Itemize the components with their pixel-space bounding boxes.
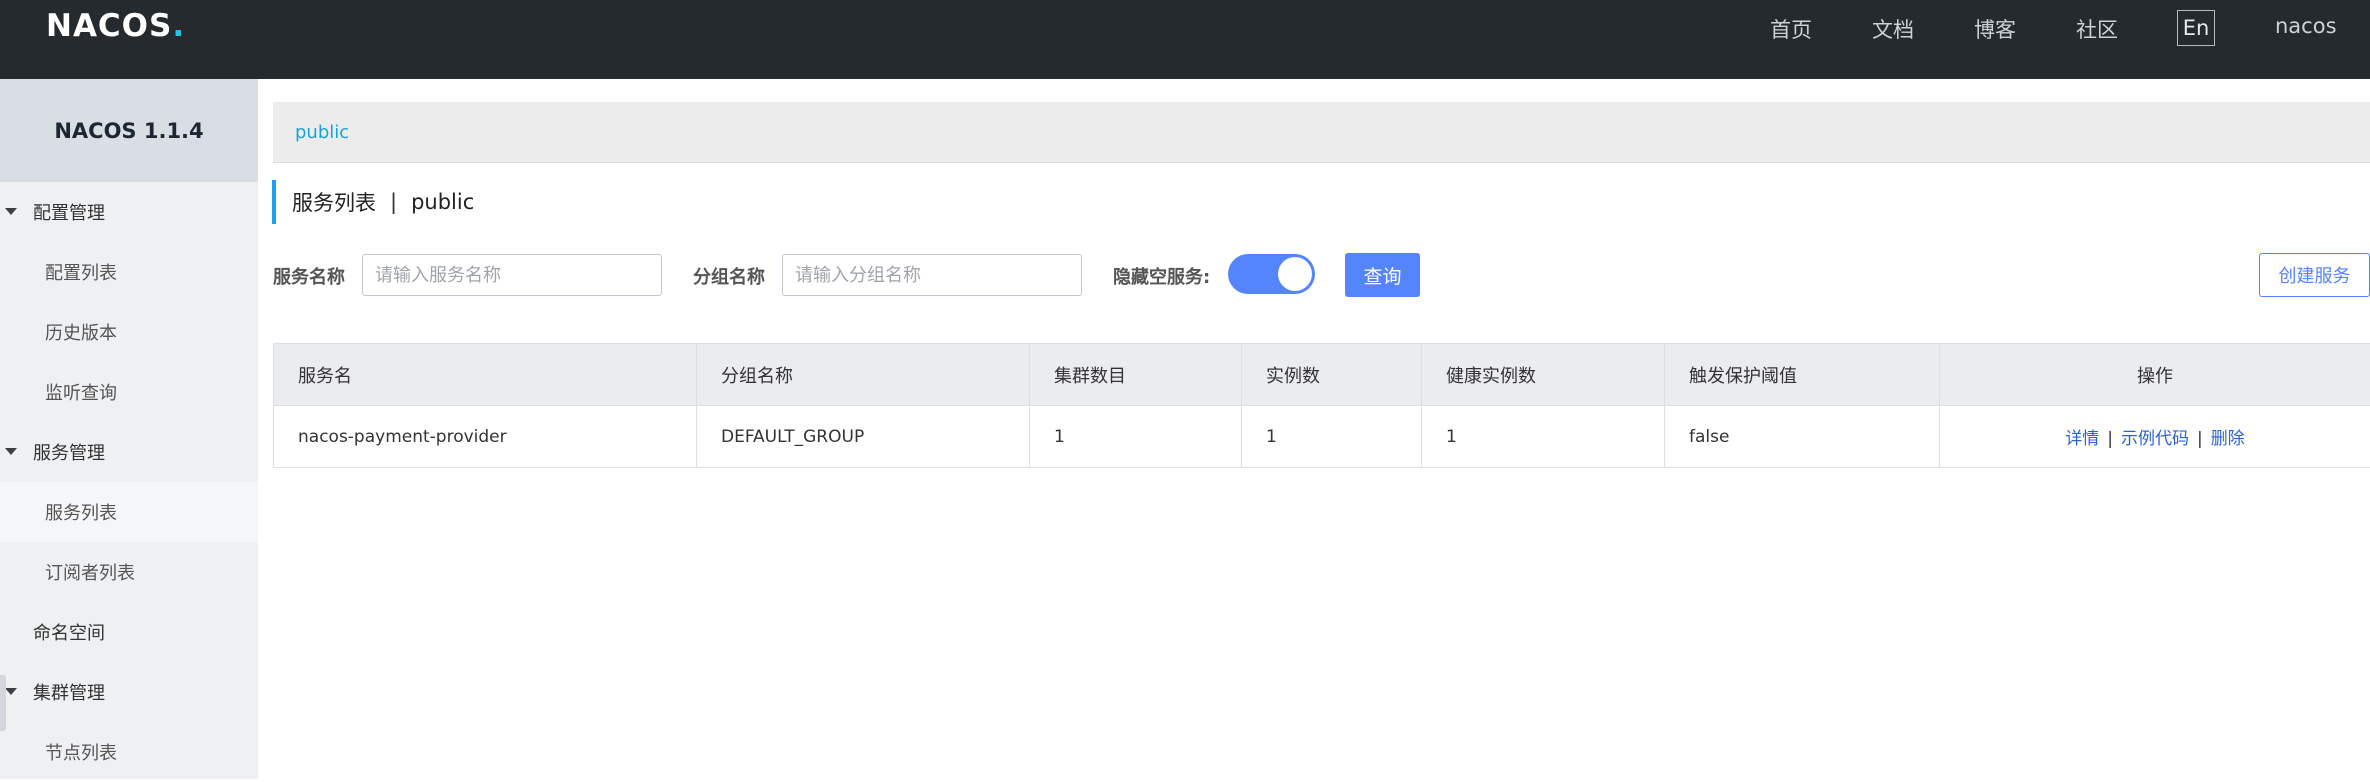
logo-text: NACOS [46, 8, 172, 44]
table-header-row: 服务名 分组名称 集群数目 实例数 健康实例数 触发保护阈值 操作 [274, 344, 2370, 406]
sidebar-item-label: 订阅者列表 [45, 559, 135, 585]
sidebar-item-label: 历史版本 [45, 319, 117, 345]
cell-service-name: nacos-payment-provider [274, 406, 697, 468]
sidebar: NACOS 1.1.4 配置管理 配置列表 历史版本 监听查询 服务管理 服务列… [0, 79, 258, 779]
create-service-button[interactable]: 创建服务 [2259, 253, 2370, 297]
page-title-namespace: public [411, 190, 474, 214]
sidebar-group-config-management[interactable]: 配置管理 [0, 182, 258, 242]
nav-docs[interactable]: 文档 [1872, 14, 1914, 44]
query-button[interactable]: 查询 [1345, 253, 1420, 297]
page-title-separator: | [390, 190, 397, 214]
caret-down-icon [5, 208, 17, 215]
page-title: 服务列表 | public [272, 180, 474, 224]
sidebar-item-label: 集群管理 [33, 679, 105, 705]
namespace-bar: public [273, 102, 2370, 163]
column-header-service-name[interactable]: 服务名 [274, 344, 697, 406]
group-name-label: 分组名称 [693, 263, 765, 289]
sidebar-item-label: 服务管理 [33, 439, 105, 465]
delete-link[interactable]: 删除 [2211, 429, 2245, 449]
user-menu[interactable]: nacos [2275, 14, 2337, 38]
nav-home[interactable]: 首页 [1770, 14, 1812, 44]
sidebar-item-namespace[interactable]: 命名空间 [0, 602, 258, 662]
caret-down-icon [5, 688, 17, 695]
sidebar-group-cluster-management[interactable]: 集群管理 [0, 662, 258, 722]
sidebar-item-label: 节点列表 [45, 739, 117, 765]
sidebar-group-service-management[interactable]: 服务管理 [0, 422, 258, 482]
cell-cluster-count: 1 [1030, 406, 1242, 468]
sidebar-item-label: 服务列表 [45, 499, 117, 525]
toggle-knob [1278, 257, 1312, 291]
service-table: 服务名 分组名称 集群数目 实例数 健康实例数 触发保护阈值 操作 nacos-… [273, 343, 2370, 468]
service-name-label: 服务名称 [273, 263, 345, 289]
column-header-group-name[interactable]: 分组名称 [697, 344, 1030, 406]
page-title-text: 服务列表 [292, 187, 376, 217]
op-separator: | [2197, 429, 2203, 449]
op-separator: | [2107, 429, 2113, 449]
logo-dot: . [172, 8, 185, 44]
table-row: nacos-payment-provider DEFAULT_GROUP 1 1… [274, 406, 2370, 468]
sidebar-item-label: 监听查询 [45, 379, 117, 405]
cell-instance-count: 1 [1242, 406, 1422, 468]
namespace-link-public[interactable]: public [295, 122, 349, 143]
sidebar-item-label: 命名空间 [33, 619, 105, 645]
sidebar-item-listener-query[interactable]: 监听查询 [0, 362, 258, 422]
sidebar-item-service-list[interactable]: 服务列表 [0, 482, 258, 542]
cell-operations: 详情 | 示例代码 | 删除 [1940, 406, 2370, 468]
column-header-cluster-count[interactable]: 集群数目 [1030, 344, 1242, 406]
column-header-instance-count[interactable]: 实例数 [1242, 344, 1422, 406]
top-header: NACOS. 首页 文档 博客 社区 En nacos [0, 0, 2370, 79]
hide-empty-services-toggle[interactable] [1228, 254, 1315, 294]
language-switch-button[interactable]: En [2177, 10, 2215, 46]
column-header-protect-threshold[interactable]: 触发保护阈值 [1665, 344, 1940, 406]
column-header-healthy-instance-count[interactable]: 健康实例数 [1422, 344, 1665, 406]
sidebar-item-history[interactable]: 历史版本 [0, 302, 258, 362]
sidebar-collapse-handle[interactable] [0, 675, 6, 731]
cell-group-name: DEFAULT_GROUP [697, 406, 1030, 468]
hide-empty-services-label: 隐藏空服务: [1113, 263, 1210, 289]
sidebar-item-config-list[interactable]: 配置列表 [0, 242, 258, 302]
sidebar-item-label: 配置管理 [33, 199, 105, 225]
sidebar-item-subscriber-list[interactable]: 订阅者列表 [0, 542, 258, 602]
cell-protect-threshold: false [1665, 406, 1940, 468]
service-name-input[interactable] [362, 254, 662, 296]
sidebar-item-node-list[interactable]: 节点列表 [0, 722, 258, 782]
nav-community[interactable]: 社区 [2076, 14, 2118, 44]
sidebar-item-label: 配置列表 [45, 259, 117, 285]
cell-healthy-instance-count: 1 [1422, 406, 1665, 468]
nacos-logo[interactable]: NACOS. [46, 6, 185, 46]
detail-link[interactable]: 详情 [2065, 429, 2099, 449]
group-name-input[interactable] [782, 254, 1082, 296]
column-header-operations: 操作 [1940, 344, 2370, 406]
sidebar-title: NACOS 1.1.4 [0, 79, 258, 182]
caret-down-icon [5, 448, 17, 455]
sample-code-link[interactable]: 示例代码 [2121, 429, 2189, 449]
nav-blog[interactable]: 博客 [1974, 14, 2016, 44]
